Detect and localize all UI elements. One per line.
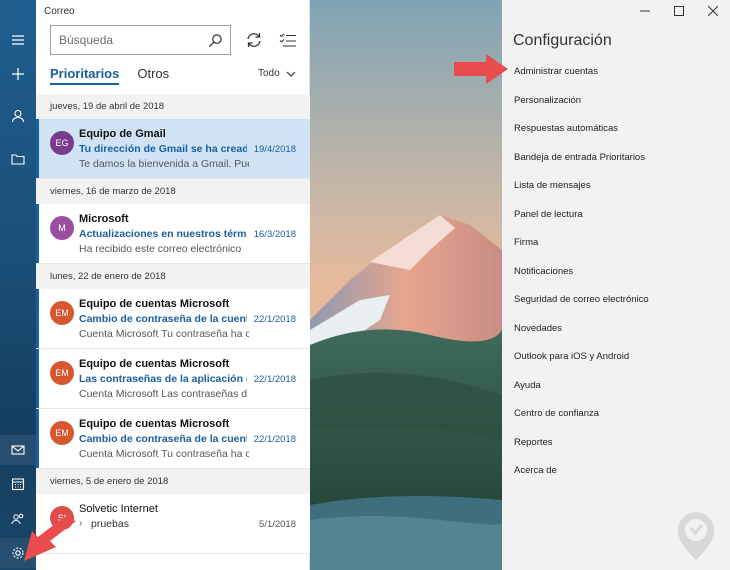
settings-item-manage-accounts[interactable]: Administrar cuentas [502, 58, 730, 87]
calendar-button[interactable] [0, 469, 36, 499]
maximize-icon [674, 6, 684, 16]
close-icon [708, 6, 718, 16]
message-preview: Cuenta Microsoft Las contraseñas d [79, 388, 248, 400]
minimize-button[interactable] [628, 0, 662, 22]
settings-item-message-list[interactable]: Lista de mensajes [502, 172, 730, 201]
accounts-button[interactable] [0, 101, 36, 131]
message-item[interactable]: EG Equipo de Gmail Tu dirección de Gmail… [36, 119, 310, 179]
settings-item-outlook-mobile[interactable]: Outlook para iOS y Android [502, 343, 730, 372]
message-item[interactable]: EM Equipo de cuentas Microsoft Las contr… [36, 349, 310, 409]
people-button[interactable] [0, 504, 36, 534]
date-header: jueves, 19 de abril de 2018 [36, 94, 310, 119]
background-landscape-image [310, 0, 502, 570]
message-item[interactable]: EM Equipo de cuentas Microsoft Cambio de… [36, 289, 310, 349]
message-sender: Equipo de Gmail [79, 128, 166, 140]
message-preview: Cuenta Microsoft Tu contraseña ha c [79, 448, 249, 460]
settings-item-trust-center[interactable]: Centro de confianza [502, 400, 730, 429]
window-controls [628, 0, 730, 22]
new-mail-button[interactable] [0, 59, 36, 89]
message-item[interactable]: EM Equipo de cuentas Microsoft Cambio de… [36, 409, 310, 469]
avatar: EM [50, 301, 74, 325]
message-sender: Microsoft [79, 213, 129, 225]
account-icon [11, 109, 25, 123]
watermark-logo [678, 512, 714, 560]
settings-item-notifications[interactable]: Notificaciones [502, 258, 730, 287]
mail-button[interactable] [0, 435, 36, 465]
settings-title: Configuración [513, 32, 612, 49]
sync-icon[interactable] [245, 31, 263, 49]
compose-icon [12, 68, 24, 80]
folder-icon [11, 154, 25, 165]
selection-mode-icon[interactable] [279, 32, 297, 48]
mail-icon [11, 445, 25, 455]
message-date: 19/4/2018 [253, 144, 296, 155]
avatar: EM [50, 421, 74, 445]
landscape-illustration [310, 0, 502, 570]
settings-item-feedback[interactable]: Reportes [502, 429, 730, 458]
maximize-button[interactable] [662, 0, 696, 22]
close-button[interactable] [696, 0, 730, 22]
message-date: 22/1/2018 [253, 374, 296, 385]
settings-item-personalization[interactable]: Personalización [502, 87, 730, 116]
date-header: viernes, 16 de marzo de 2018 [36, 179, 310, 204]
settings-item-auto-replies[interactable]: Respuestas automáticas [502, 115, 730, 144]
nav-rail [0, 0, 36, 570]
settings-panel: Configuración Administrar cuentas Person… [502, 0, 730, 570]
avatar: M [50, 216, 74, 240]
search-icon[interactable] [208, 33, 223, 48]
message-subject: Cambio de contraseña de la cuenta [79, 433, 247, 445]
settings-icon [12, 547, 24, 559]
message-subject: Tu dirección de Gmail se ha creado [79, 143, 247, 155]
tab-focused[interactable]: Prioritarios [50, 66, 120, 85]
message-date: 22/1/2018 [253, 314, 296, 325]
settings-item-email-security[interactable]: Seguridad de correo electrónico [502, 286, 730, 315]
filter-label: Todo [258, 68, 280, 79]
chevron-right-icon[interactable]: › [79, 518, 82, 529]
message-sender: Solvetic Internet [79, 503, 158, 515]
avatar: EM [50, 361, 74, 385]
message-list-pane: Correo Prioritarios Otros Todo jueves, 1… [36, 0, 310, 570]
settings-item-about[interactable]: Acerca de [502, 457, 730, 486]
message-preview: Ha recibido este correo electrónico [79, 243, 242, 255]
message-date: 22/1/2018 [253, 434, 296, 445]
message-subject: Actualizaciones en nuestros términ [79, 228, 247, 240]
settings-item-reading-pane[interactable]: Panel de lectura [502, 201, 730, 230]
inbox-tabs: Prioritarios Otros [50, 66, 169, 85]
message-date: 16/3/2018 [253, 229, 296, 240]
message-sender: Equipo de cuentas Microsoft [79, 358, 230, 370]
menu-button[interactable] [0, 25, 36, 55]
hamburger-icon [12, 35, 24, 45]
settings-item-focused-inbox[interactable]: Bandeja de entrada Prioritarios [502, 144, 730, 173]
message-subject: Las contraseñas de la aplicación de [79, 373, 247, 385]
calendar-icon [11, 478, 25, 491]
avatar: SI [50, 506, 74, 530]
filter-dropdown[interactable]: Todo [258, 68, 296, 79]
avatar: EG [50, 131, 74, 155]
settings-list: Administrar cuentas Personalización Resp… [502, 58, 730, 486]
message-sender: Equipo de cuentas Microsoft [79, 298, 230, 310]
settings-item-help[interactable]: Ayuda [502, 372, 730, 401]
message-item[interactable]: M Microsoft Actualizaciones en nuestros … [36, 204, 310, 264]
settings-item-whats-new[interactable]: Novedades [502, 315, 730, 344]
message-list: jueves, 19 de abril de 2018 EG Equipo de… [36, 94, 310, 554]
search-input[interactable] [51, 33, 201, 47]
app-title: Correo [44, 6, 75, 17]
message-sender: Equipo de cuentas Microsoft [79, 418, 230, 430]
date-header: lunes, 22 de enero de 2018 [36, 264, 310, 289]
people-icon [11, 513, 24, 525]
date-header: viernes, 5 de enero de 2018 [36, 469, 310, 494]
message-preview: Cuenta Microsoft Tu contraseña ha c [79, 328, 249, 340]
message-subject: Cambio de contraseña de la cuenta [79, 313, 247, 325]
chevron-down-icon [286, 71, 296, 77]
message-subject: pruebas [91, 518, 129, 530]
folders-button[interactable] [0, 144, 36, 174]
settings-item-signature[interactable]: Firma [502, 229, 730, 258]
message-item[interactable]: SI Solvetic Internet › pruebas 5/1/2018 [36, 494, 310, 554]
settings-button[interactable] [0, 538, 36, 568]
search-box[interactable] [50, 25, 231, 55]
message-date: 5/1/2018 [259, 519, 296, 530]
tab-other[interactable]: Otros [137, 66, 169, 85]
message-preview: Te damos la bienvenida a Gmail. Pue [79, 158, 249, 170]
minimize-icon [640, 10, 650, 12]
